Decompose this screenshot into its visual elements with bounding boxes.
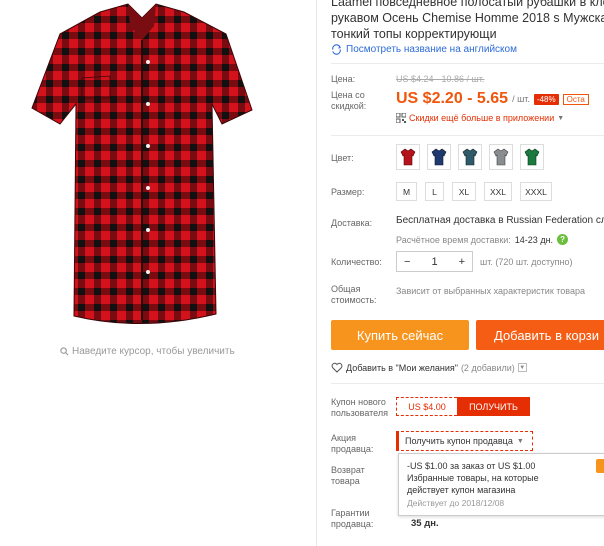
quantity-stepper: − 1 + (396, 251, 473, 272)
remaining-badge: Оста (562, 93, 589, 105)
color-swatches (396, 144, 544, 170)
price-row: US $2.20 - 5.65 / шт. -48% Оста (396, 90, 589, 108)
size-option-xxxl[interactable]: XXXL (520, 182, 552, 201)
quantity-input[interactable]: 1 (424, 256, 444, 268)
size-label: Размер: (331, 187, 365, 197)
product-title: Laamei повседневное полосатый рубашки в … (331, 0, 604, 42)
wishlist-link[interactable]: Добавить в "Мои желания" (2 добавили) ▼ (331, 362, 527, 373)
zoom-hint-text: Наведите курсор, чтобы увеличить (72, 346, 235, 357)
shipping-time: Расчётное время доставки: 14-23 дн. ? (396, 234, 569, 245)
quantity-minus-button[interactable]: − (397, 256, 417, 268)
coupon-scope: Избранные товары, на которые действует к… (407, 473, 539, 495)
help-icon[interactable]: ? (557, 234, 569, 245)
vertical-divider (316, 0, 317, 546)
wishlist-label[interactable]: Добавить в "Мои желания" (346, 363, 458, 373)
shirt-thumbnail-icon (462, 148, 478, 166)
old-price: US $4.24 - 10.86 / шт. (396, 74, 485, 84)
heart-plus-icon (331, 362, 343, 373)
shirt-thumbnail-icon (400, 148, 416, 166)
shipping-text: Бесплатная доставка в Russian Federation… (396, 215, 604, 226)
translate-link[interactable]: Посмотреть название на английском (331, 44, 517, 55)
app-discount-link[interactable]: Скидки ещё больше в приложении ▼ (396, 113, 564, 123)
add-to-cart-button[interactable]: Добавить в корзи (476, 320, 604, 350)
quantity-label: Количество: (331, 257, 382, 267)
size-option-l[interactable]: L (425, 182, 444, 201)
size-option-xxl[interactable]: XXL (484, 182, 512, 201)
coupon-offer: -US $1.00 за заказ от US $1.00 (407, 461, 536, 471)
coupon-value: US $4.00 (396, 397, 457, 416)
product-gallery: Наведите курсор, чтобы увеличить (0, 0, 316, 546)
divider (331, 135, 604, 136)
color-swatch-green[interactable] (520, 144, 544, 170)
app-discount-text[interactable]: Скидки ещё больше в приложении (409, 113, 554, 123)
divider (331, 383, 604, 384)
shirt-thumbnail-icon (524, 148, 540, 166)
get-coupon-button[interactable]: ПОЛУЧИТЬ (457, 397, 530, 416)
price-unit: / шт. (512, 94, 530, 104)
chevron-down-icon: ▼ (557, 114, 565, 122)
discount-price-label: Цена со скидкой: (331, 90, 367, 111)
color-label: Цвет: (331, 153, 354, 163)
color-swatch-grey[interactable] (489, 144, 513, 170)
shipping-time-label: Расчётное время доставки: (396, 234, 511, 245)
size-options: M L XL XXL XXXL (396, 182, 552, 201)
coupon-label: Купон нового пользователя (331, 397, 388, 418)
promo-label: Акция продавца: (331, 433, 374, 454)
discount-badge: -48% (533, 93, 559, 105)
color-swatch-teal[interactable] (458, 144, 482, 170)
seller-coupon-dropdown[interactable]: -US $1.00 за заказ от US $1.00 Избранные… (398, 453, 604, 516)
quantity-plus-button[interactable]: + (452, 256, 472, 268)
zoom-hint: Наведите курсор, чтобы увеличить (60, 346, 235, 357)
title-line: Laamei повседневное полосатый рубашки в … (331, 0, 604, 9)
seller-coupon-select[interactable]: Получить купон продавца ▼ (396, 431, 533, 451)
translate-link-text[interactable]: Посмотреть название на английском (346, 44, 517, 55)
discount-price: US $2.20 - 5.65 (396, 90, 509, 107)
magnifier-icon (60, 347, 69, 356)
quantity-available: шт. (720 шт. доступно) (480, 257, 573, 267)
size-option-xl[interactable]: XL (452, 182, 476, 201)
product-image[interactable] (30, 0, 255, 336)
shipping-time-value: 14-23 дн. (514, 234, 554, 245)
shipping-label: Доставка: (331, 218, 373, 228)
product-detail: Laamei повседневное полосатый рубашки в … (331, 0, 604, 546)
divider (331, 63, 604, 64)
color-swatch-navy[interactable] (427, 144, 451, 170)
wishlist-count: (2 добавили) (460, 362, 515, 373)
price-label: Цена: (331, 74, 356, 84)
color-swatch-red[interactable] (396, 144, 420, 170)
chevron-down-icon: ▼ (516, 437, 524, 445)
guarantee-label: Гарантии продавца: (331, 508, 374, 529)
qr-code-icon (396, 113, 406, 123)
shirt-thumbnail-icon (493, 148, 509, 166)
title-line: рукавом Осень Chemise Homme 2018 s Мужск… (331, 11, 604, 25)
translate-icon (332, 44, 341, 55)
coupon-tag-icon (596, 459, 604, 473)
title-line: тонкий топы корректирующи (331, 27, 497, 41)
shirt-thumbnail-icon (431, 148, 447, 166)
new-user-coupon: US $4.00 ПОЛУЧИТЬ (396, 397, 530, 416)
buy-now-button[interactable]: Купить сейчас (331, 320, 469, 350)
seller-coupon-select-text[interactable]: Получить купон продавца (405, 436, 513, 446)
guarantee-value: 35 дн. (411, 518, 439, 529)
total-label: Общая стоимость: (331, 284, 377, 305)
total-note: Зависит от выбранных характеристик товар… (396, 286, 585, 296)
returns-label: Возврат товара (331, 465, 365, 486)
chevron-down-icon[interactable]: ▼ (517, 363, 527, 372)
coupon-validity: Действует до 2018/12/08 (407, 498, 505, 508)
size-option-m[interactable]: M (396, 182, 417, 201)
